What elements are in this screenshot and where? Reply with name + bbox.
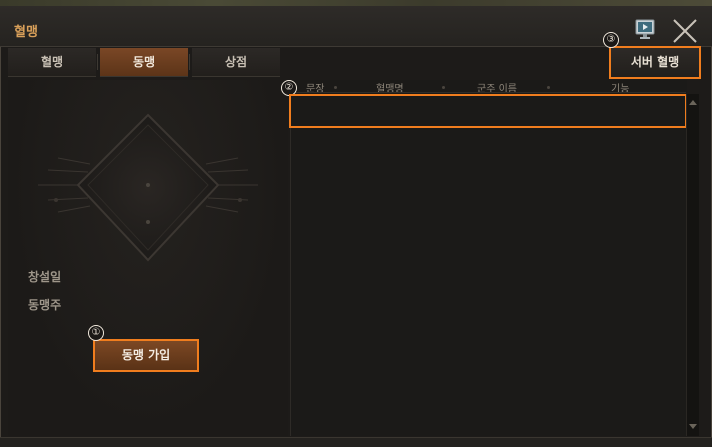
tab-divider bbox=[189, 54, 190, 70]
scroll-down-icon[interactable] bbox=[689, 424, 697, 429]
tab-alliance[interactable]: 동맹 bbox=[100, 48, 188, 77]
join-alliance-button[interactable]: 동맹 가입 bbox=[93, 339, 199, 372]
founded-date-label: 창설일 bbox=[28, 270, 62, 284]
annotation-marker-3: ③ bbox=[603, 32, 619, 48]
tab-divider bbox=[97, 54, 98, 70]
tab-shop[interactable]: 상점 bbox=[192, 48, 280, 77]
annotation-marker-1: ① bbox=[88, 325, 104, 341]
table-header-divider bbox=[292, 92, 686, 93]
scroll-up-icon[interactable] bbox=[689, 100, 697, 105]
table-row[interactable] bbox=[289, 94, 687, 128]
column-separator bbox=[334, 86, 337, 89]
tab-bloodpledge[interactable]: 혈맹 bbox=[8, 48, 96, 77]
column-separator bbox=[442, 86, 445, 89]
alliance-list-panel bbox=[290, 80, 687, 436]
monitor-icon[interactable] bbox=[634, 19, 658, 41]
emblem-placeholder bbox=[28, 110, 268, 290]
column-separator bbox=[547, 86, 550, 89]
alliance-info-panel: 창설일 동맹주 bbox=[8, 80, 288, 436]
window-title: 혈맹 bbox=[14, 25, 38, 40]
list-scrollbar[interactable] bbox=[686, 94, 699, 436]
close-icon[interactable] bbox=[670, 16, 700, 46]
tab-bar: 혈맹 동맹 상점 bbox=[8, 48, 708, 78]
server-bloodpledge-button[interactable]: 서버 혈맹 bbox=[609, 46, 701, 79]
alliance-leader-label: 동맹주 bbox=[28, 298, 62, 312]
